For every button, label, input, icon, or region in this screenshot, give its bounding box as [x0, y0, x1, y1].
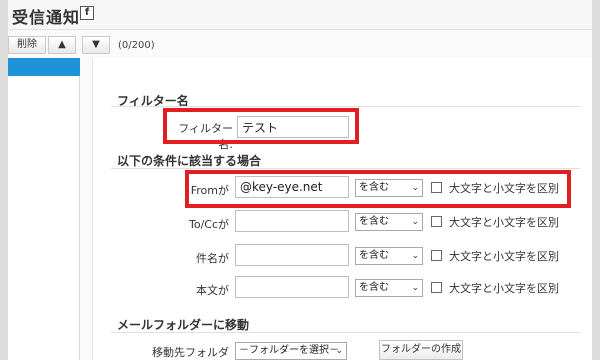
- create-folder-button[interactable]: フォルダーの作成: [379, 340, 463, 360]
- highlight-box-from: [185, 170, 571, 208]
- condition-operator-select-body[interactable]: を含む ⌄: [355, 279, 423, 297]
- condition-input-body[interactable]: [235, 276, 349, 298]
- chevron-down-icon: ⌄: [335, 346, 343, 356]
- condition-label-to-cc: To/Ccが: [188, 218, 229, 231]
- help-icon[interactable]: f: [80, 6, 94, 20]
- section-move-heading: メールフォルダーに移動: [117, 318, 250, 332]
- filter-list-selected-item[interactable]: [8, 58, 80, 76]
- divider: [111, 106, 580, 107]
- destination-folder-select[interactable]: －フォルダーを選択－ ⌄: [235, 342, 347, 360]
- condition-input-to-cc[interactable]: [235, 210, 349, 232]
- filter-list: [8, 58, 80, 360]
- select-value: を含む: [359, 282, 389, 293]
- section-conditions-heading: 以下の条件に該当する場合: [117, 154, 262, 168]
- page-title: 受信通知: [12, 8, 81, 27]
- filter-edit-panel: フィルター名 フィルター名: 以下の条件に該当する場合 Fromが を含む ⌄ …: [92, 58, 592, 360]
- move-down-button[interactable]: ▼: [82, 36, 110, 54]
- select-value: －フォルダーを選択－: [239, 345, 339, 356]
- chevron-down-icon: ⌄: [411, 217, 419, 227]
- toolbar: 削除 ▲ ▼ (0/200): [8, 34, 592, 56]
- case-sensitive-label-to-cc: 大文字と小文字を区別: [449, 216, 559, 229]
- destination-folder-label: 移動先フォルダー:: [152, 346, 229, 359]
- divider: [111, 168, 580, 169]
- condition-input-subject[interactable]: [235, 244, 349, 266]
- case-sensitive-checkbox-subject[interactable]: [431, 250, 442, 261]
- condition-label-body: 本文が: [196, 284, 229, 297]
- case-sensitive-label-body: 大文字と小文字を区別: [449, 282, 559, 295]
- divider: [111, 332, 580, 333]
- condition-operator-select-subject[interactable]: を含む ⌄: [355, 247, 423, 265]
- case-sensitive-checkbox-body[interactable]: [431, 282, 442, 293]
- select-value: を含む: [359, 250, 389, 261]
- filter-count: (0/200): [118, 40, 155, 51]
- chevron-down-icon: ⌄: [411, 251, 419, 261]
- select-value: を含む: [359, 216, 389, 227]
- case-sensitive-checkbox-to-cc[interactable]: [431, 216, 442, 227]
- delete-button[interactable]: 削除: [8, 36, 46, 54]
- move-up-button[interactable]: ▲: [48, 36, 76, 54]
- condition-operator-select-to-cc[interactable]: を含む ⌄: [355, 213, 423, 231]
- highlight-box-filter-name: [163, 108, 359, 144]
- case-sensitive-label-subject: 大文字と小文字を区別: [449, 250, 559, 263]
- condition-label-subject: 件名が: [196, 252, 229, 265]
- chevron-down-icon: ⌄: [411, 283, 419, 293]
- app-frame: 受信通知 f 削除 ▲ ▼ (0/200) フィルター名 フィルター名: 以下の…: [0, 0, 600, 360]
- header-bar: 受信通知 f: [8, 0, 592, 30]
